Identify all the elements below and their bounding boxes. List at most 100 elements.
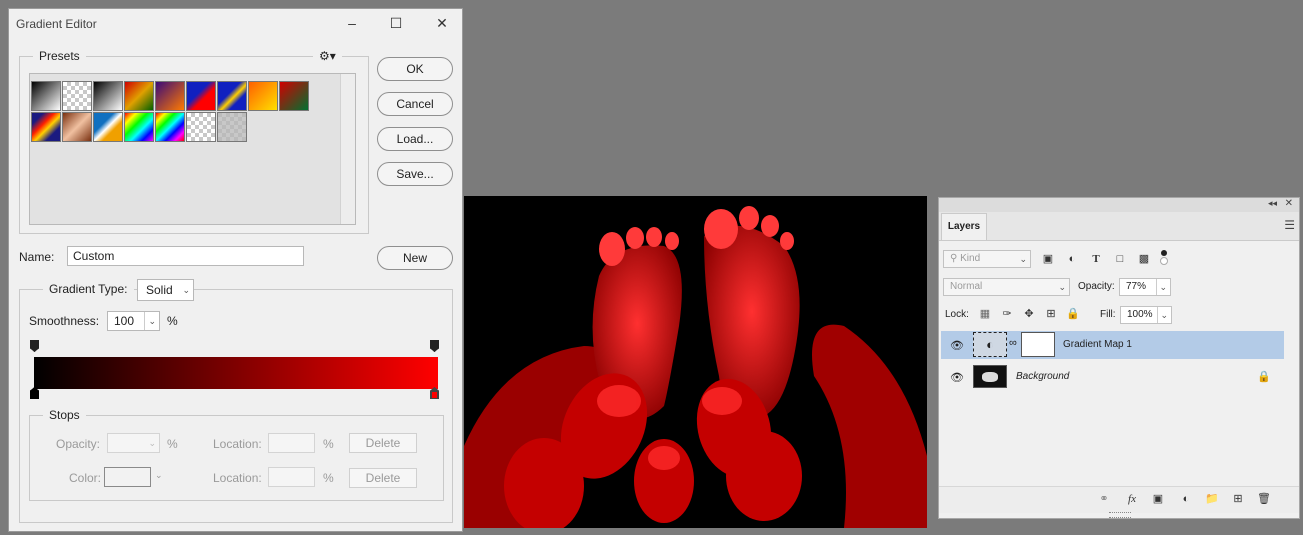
chevron-down-icon[interactable]: ⌄ — [144, 312, 156, 330]
stop-opacity-location-field[interactable] — [268, 433, 315, 453]
lock-icon: 🔒 — [1257, 371, 1271, 383]
shape-filter-icon[interactable]: □ — [1113, 252, 1127, 266]
image-filter-icon[interactable]: ▣ — [1041, 252, 1055, 266]
preset-swatch[interactable] — [279, 81, 309, 111]
maximize-icon[interactable]: ☐ — [385, 14, 407, 32]
link-chain-icon[interactable]: ∞ — [1009, 337, 1017, 349]
link-layers-icon[interactable]: ⚭ — [1097, 492, 1111, 506]
layer-row-background[interactable]: 👁 Background 🔒 — [941, 363, 1284, 391]
preset-swatch[interactable] — [124, 81, 154, 111]
minimize-icon[interactable]: – — [341, 14, 363, 32]
stops-group — [29, 415, 444, 501]
chevron-down-icon[interactable]: ⌄ — [155, 470, 163, 481]
stop-opacity-location-label: Location: — [213, 437, 262, 451]
stop-opacity-percent: % — [167, 437, 178, 451]
stop-color-location-field[interactable] — [268, 467, 315, 487]
name-label: Name: — [19, 250, 55, 264]
layer-thumbnail[interactable] — [973, 365, 1007, 388]
lock-transparency-icon[interactable]: ▦ — [978, 307, 992, 321]
add-mask-icon[interactable]: ▣ — [1151, 492, 1165, 506]
close-icon[interactable]: ✕ — [431, 14, 453, 32]
preset-swatch[interactable] — [93, 81, 123, 111]
delete-opacity-stop-button[interactable]: Delete — [349, 433, 417, 453]
smart-object-filter-icon[interactable]: ▩ — [1137, 252, 1151, 266]
preset-swatch[interactable] — [217, 81, 247, 111]
panel-header-strip: ◂◂ ✕ — [939, 198, 1299, 212]
type-filter-icon[interactable]: T — [1089, 252, 1103, 266]
presets-gear-icon[interactable]: ⚙▾ — [313, 49, 342, 63]
lock-position-icon[interactable]: ✥ — [1022, 307, 1036, 321]
new-group-icon[interactable]: 📁 — [1205, 492, 1219, 506]
layers-bottom-toolbar: ⚭ fx ▣ ◐ 📁 ⊞ 🗑 — [939, 486, 1299, 513]
stop-opacity-field[interactable]: ⌄ — [107, 433, 160, 453]
collapse-icon[interactable]: ◂◂ — [1268, 198, 1277, 209]
visibility-eye-icon[interactable]: 👁 — [950, 371, 964, 384]
preset-swatch[interactable] — [31, 81, 61, 111]
preset-swatch[interactable] — [217, 112, 247, 142]
smoothness-percent: % — [167, 314, 178, 328]
stop-color-location-percent: % — [323, 471, 334, 485]
name-field[interactable]: Custom — [67, 246, 304, 266]
save-button[interactable]: Save... — [377, 162, 453, 186]
tab-layers[interactable]: Layers — [941, 213, 987, 240]
preset-swatch[interactable] — [62, 81, 92, 111]
new-button[interactable]: New — [377, 246, 453, 270]
adjustment-layer-icon[interactable]: ◐ — [973, 332, 1007, 357]
lock-label: Lock: — [945, 309, 969, 320]
lock-artboard-icon[interactable]: ⊞ — [1044, 307, 1058, 321]
delete-color-stop-button[interactable]: Delete — [349, 468, 417, 488]
preset-scrollbar[interactable] — [340, 74, 355, 224]
new-layer-icon[interactable]: ⊞ — [1231, 492, 1245, 506]
resize-grip-icon[interactable] — [1109, 512, 1131, 518]
search-icon: ⚲ — [950, 253, 958, 264]
preset-swatch[interactable] — [93, 112, 123, 142]
smoothness-field[interactable]: 100 ⌄ — [107, 311, 160, 331]
preset-swatch[interactable] — [186, 112, 216, 142]
preset-swatch[interactable] — [124, 112, 154, 142]
lock-all-icon[interactable]: 🔒 — [1066, 307, 1080, 321]
document-canvas-image — [464, 196, 927, 528]
stop-color-label: Color: — [69, 471, 102, 485]
stop-color-location-label: Location: — [213, 471, 262, 485]
preset-swatch[interactable] — [31, 112, 61, 142]
panel-menu-icon[interactable]: ☰ — [1284, 218, 1295, 232]
blend-mode-select[interactable]: Normal ⌄ — [943, 278, 1070, 296]
adjustment-filter-icon[interactable]: ◐ — [1065, 252, 1079, 266]
lock-paint-icon[interactable]: ✑ — [1000, 307, 1014, 321]
visibility-eye-icon[interactable]: 👁 — [950, 339, 964, 352]
opacity-label: Opacity: — [1078, 281, 1115, 292]
cancel-button[interactable]: Cancel — [377, 92, 453, 116]
new-adjustment-icon[interactable]: ◐ — [1179, 492, 1193, 506]
ok-button[interactable]: OK — [377, 57, 453, 81]
layer-row-gradient-map[interactable]: 👁 ◐ ∞ Gradient Map 1 — [941, 331, 1284, 359]
chevron-down-icon: ⌄ — [1019, 254, 1027, 264]
preset-swatch[interactable] — [62, 112, 92, 142]
preset-swatch[interactable] — [155, 81, 185, 111]
gradient-type-label: Gradient Type: — [43, 282, 134, 296]
chevron-down-icon[interactable]: ⌄ — [1157, 307, 1168, 323]
dialog-title: Gradient Editor — [16, 17, 97, 31]
gradient-type-select[interactable]: Solid ⌄ — [137, 279, 194, 301]
fx-icon[interactable]: fx — [1125, 492, 1139, 506]
fill-field[interactable]: 100% ⌄ — [1120, 306, 1172, 324]
stops-label: Stops — [43, 408, 86, 422]
layer-mask-thumbnail[interactable] — [1021, 332, 1055, 357]
fill-label: Fill: — [1100, 309, 1116, 320]
layer-name[interactable]: Gradient Map 1 — [1063, 339, 1132, 350]
blend-mode-value: Normal — [950, 281, 983, 292]
load-button[interactable]: Load... — [377, 127, 453, 151]
trash-icon[interactable]: 🗑 — [1257, 492, 1271, 506]
opacity-field[interactable]: 77% ⌄ — [1119, 278, 1171, 296]
preset-swatch[interactable] — [155, 112, 185, 142]
kind-filter-select[interactable]: ⚲ Kind ⌄ — [943, 250, 1031, 268]
stop-opacity-location-percent: % — [323, 437, 334, 451]
stop-color-swatch[interactable] — [104, 467, 151, 487]
close-icon[interactable]: ✕ — [1285, 198, 1293, 209]
layers-panel: ◂◂ ✕ Layers ☰ ⚲ Kind ⌄ ▣ ◐ T □ ▩ Normal … — [938, 197, 1300, 519]
preset-swatch[interactable] — [186, 81, 216, 111]
layer-name[interactable]: Background — [1016, 371, 1069, 382]
preset-swatch[interactable] — [248, 81, 278, 111]
gradient-preview-bar[interactable] — [34, 357, 438, 389]
chevron-down-icon[interactable]: ⌄ — [1156, 279, 1167, 295]
filter-toggle-icon[interactable] — [1159, 250, 1169, 266]
